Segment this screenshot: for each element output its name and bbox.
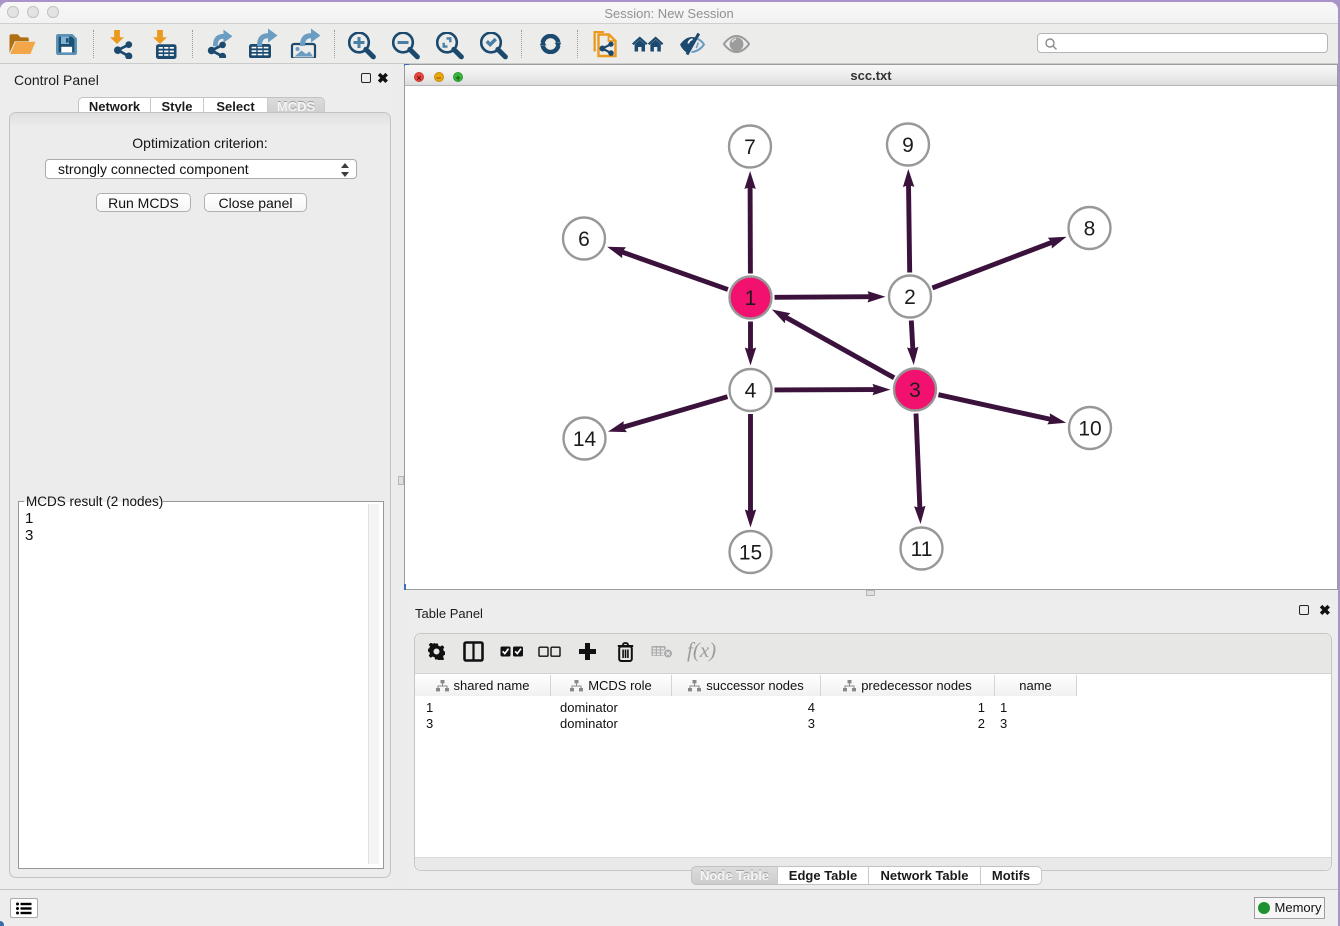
svg-text:15: 15 bbox=[739, 542, 762, 565]
svg-text:7: 7 bbox=[744, 136, 756, 159]
svg-text:14: 14 bbox=[573, 428, 597, 451]
svg-text:9: 9 bbox=[902, 134, 914, 157]
svg-text:8: 8 bbox=[1084, 218, 1096, 241]
svg-text:2: 2 bbox=[904, 286, 916, 309]
svg-text:1: 1 bbox=[745, 287, 757, 310]
svg-text:11: 11 bbox=[911, 538, 933, 561]
svg-text:4: 4 bbox=[745, 380, 757, 403]
svg-text:3: 3 bbox=[909, 379, 921, 402]
svg-text:6: 6 bbox=[578, 228, 590, 251]
svg-text:10: 10 bbox=[1078, 418, 1101, 441]
